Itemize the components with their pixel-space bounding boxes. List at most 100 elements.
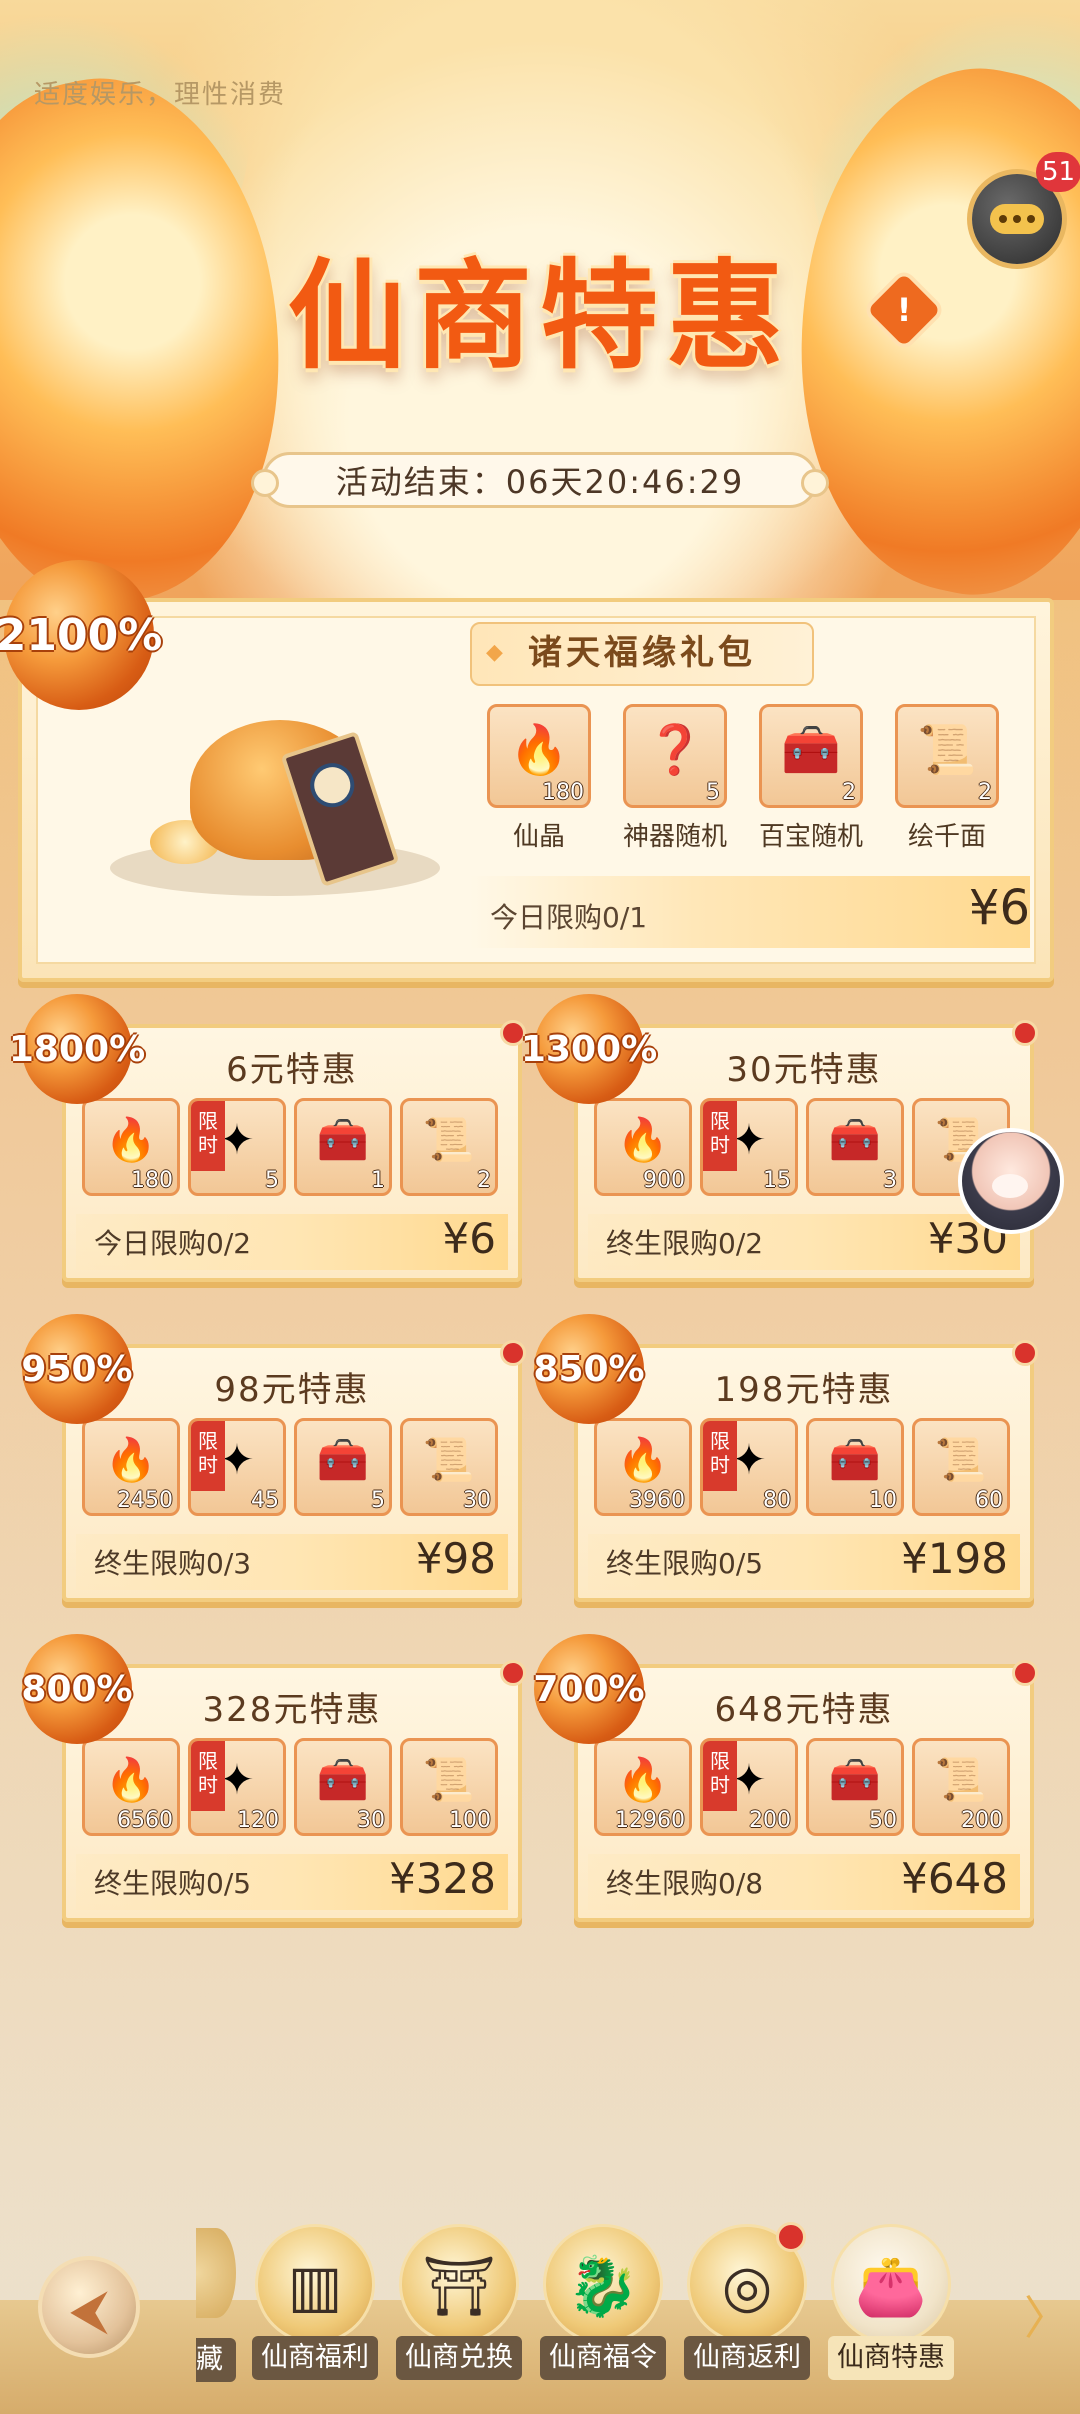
treasure-chest-icon: 🧰 xyxy=(828,1115,882,1164)
reward-item[interactable]: ✦ 限时 200 xyxy=(700,1738,798,1836)
crystal-icon: 🔥 xyxy=(104,1755,158,1804)
mystery-box-icon: ❓ xyxy=(645,722,705,778)
tab-welfare[interactable]: ▥ 仙商福利 xyxy=(252,2224,378,2380)
discount-badge: 950% xyxy=(21,1314,133,1424)
reward-item[interactable]: 🔥 180 xyxy=(82,1098,180,1196)
tab-exchange[interactable]: ⛩ 仙商兑换 xyxy=(396,2224,522,2380)
purchase-limit: 今日限购0/2 xyxy=(94,1227,252,1260)
discount-badge: 2100% xyxy=(0,560,162,710)
scroll-icon: 📜 xyxy=(422,1115,476,1164)
notification-dot xyxy=(776,2222,806,2252)
crystal-icon: 🔥 xyxy=(616,1435,670,1484)
reward-item[interactable]: ✦ 限时 5 xyxy=(188,1098,286,1196)
reward-item[interactable]: 🧰 50 xyxy=(806,1738,904,1836)
tab-partial-icon[interactable] xyxy=(196,2228,236,2318)
purchase-limit: 终生限购0/2 xyxy=(606,1227,764,1260)
back-button[interactable]: ⮜ xyxy=(38,2256,140,2358)
reward-item[interactable]: 🧰 30 xyxy=(294,1738,392,1836)
reward-item[interactable]: 🧰 3 xyxy=(806,1098,904,1196)
reward-item[interactable]: 🔥 6560 xyxy=(82,1738,180,1836)
reward-item[interactable]: ✦ 限时 80 xyxy=(700,1418,798,1516)
buy-button[interactable]: ¥98 xyxy=(416,1534,496,1583)
tab-partial-label: 藏 xyxy=(196,2338,236,2382)
buy-button[interactable]: ¥198 xyxy=(901,1534,1008,1583)
reward-item[interactable]: 🧰 10 xyxy=(806,1418,904,1516)
reward-item[interactable]: 📜 30 xyxy=(400,1418,498,1516)
purchase-limit: 终生限购0/5 xyxy=(94,1867,252,1900)
offer-title: 328元特惠 xyxy=(202,1690,382,1730)
reward-item[interactable]: ✦ 限时 45 xyxy=(188,1418,286,1516)
reward-item[interactable]: ✦ 限时 15 xyxy=(700,1098,798,1196)
reward-item[interactable]: 🔥 2450 xyxy=(82,1418,180,1516)
scroll-icon: 📜 xyxy=(934,1755,988,1804)
crystal-icon: 🔥 xyxy=(616,1755,670,1804)
limited-time-tag: 限时 xyxy=(703,1421,737,1491)
reward-item[interactable]: 🧰 1 xyxy=(294,1098,392,1196)
reward-item[interactable]: 📜 2 绘千面 xyxy=(892,704,1002,853)
reward-item[interactable]: 🧰 5 xyxy=(294,1418,392,1516)
assistant-avatar[interactable] xyxy=(958,1128,1064,1234)
buy-button[interactable]: ¥6 xyxy=(969,880,1030,936)
limited-time-tag: 限时 xyxy=(703,1741,737,1811)
bamboo-scroll-icon: ▥ xyxy=(255,2224,375,2344)
featured-pack-items: 🔥 180 仙晶 ❓ 5 神器随机 🧰 2 百宝随机 📜 2 绘千面 xyxy=(484,704,1024,854)
offer-items: 🔥 3960 ✦ 限时 80 🧰 10 📜 60 xyxy=(594,1418,1024,1524)
offer-items: 🔥 12960 ✦ 限时 200 🧰 50 📜 200 xyxy=(594,1738,1024,1844)
reward-item[interactable]: 🔥 3960 xyxy=(594,1418,692,1516)
limited-time-tag: 限时 xyxy=(703,1101,737,1171)
crystal-icon: 🔥 xyxy=(509,722,569,778)
scroll-icon: 📜 xyxy=(422,1435,476,1484)
info-icon[interactable]: ! xyxy=(867,273,941,347)
limited-time-tag: 限时 xyxy=(191,1741,225,1811)
pavilion-icon: ⛩ xyxy=(399,2224,519,2344)
buy-button[interactable]: ¥6 xyxy=(443,1214,496,1263)
discount-badge: 850% xyxy=(533,1314,645,1424)
scroll-icon: 📜 xyxy=(422,1755,476,1804)
event-countdown: 活动结束：06天20:46:29 xyxy=(251,452,829,508)
reward-item[interactable]: 📜 60 xyxy=(912,1418,1010,1516)
discount-badge: 700% xyxy=(533,1634,645,1744)
dragon-statue-icon: 🐉 xyxy=(543,2224,663,2344)
crystal-icon: 🔥 xyxy=(616,1115,670,1164)
crystal-icon: 🔥 xyxy=(104,1435,158,1484)
purchase-limit: 今日限购0/1 xyxy=(490,901,648,934)
health-notice: 适度娱乐，理性消费 xyxy=(34,80,287,110)
offer-title: 648元特惠 xyxy=(714,1690,894,1730)
reward-item[interactable]: 🔥 900 xyxy=(594,1098,692,1196)
treasure-chest-icon: 🧰 xyxy=(316,1755,370,1804)
reward-item[interactable]: 📜 200 xyxy=(912,1738,1010,1836)
limited-time-tag: 限时 xyxy=(191,1421,225,1491)
reward-item[interactable]: 🔥 180 仙晶 xyxy=(484,704,594,853)
reward-item[interactable]: 🔥 12960 xyxy=(594,1738,692,1836)
buy-button[interactable]: ¥648 xyxy=(901,1854,1008,1903)
discount-badge: 800% xyxy=(21,1634,133,1744)
treasure-chest-icon: 🧰 xyxy=(828,1755,882,1804)
limited-time-tag: 限时 xyxy=(191,1101,225,1171)
reward-item[interactable]: 📜 2 xyxy=(400,1098,498,1196)
tab-token[interactable]: 🐉 仙商福令 xyxy=(540,2224,666,2380)
purchase-limit: 终生限购0/5 xyxy=(606,1547,764,1580)
reward-item[interactable]: 🧰 2 百宝随机 xyxy=(756,704,866,853)
scroll-icon: 📜 xyxy=(917,722,977,778)
offer-items: 🔥 6560 ✦ 限时 120 🧰 30 📜 100 xyxy=(82,1738,512,1844)
purchase-limit: 终生限购0/3 xyxy=(94,1547,252,1580)
tab-special-offer[interactable]: 👛 仙商特惠 xyxy=(828,2224,954,2380)
chevron-right-icon[interactable]: 〉 xyxy=(1024,2282,1070,2348)
treasure-chest-icon: 🧰 xyxy=(781,722,841,778)
treasure-chest-icon: 🧰 xyxy=(828,1435,882,1484)
purchase-limit: 终生限购0/8 xyxy=(606,1867,764,1900)
chat-unread-badge: 51 xyxy=(1036,152,1080,192)
treasure-chest-icon: 🧰 xyxy=(316,1115,370,1164)
discount-badge: 1800% xyxy=(9,994,145,1104)
offer-title: 198元特惠 xyxy=(714,1370,894,1410)
offer-items: 🔥 180 ✦ 限时 5 🧰 1 📜 2 xyxy=(82,1098,512,1204)
reward-item[interactable]: ❓ 5 神器随机 xyxy=(620,704,730,853)
reward-item[interactable]: 📜 100 xyxy=(400,1738,498,1836)
treasure-chest-icon: 🧰 xyxy=(316,1435,370,1484)
offer-title: 98元特惠 xyxy=(214,1370,370,1410)
featured-pack-title: 诸天福缘礼包 xyxy=(470,622,814,686)
buy-button[interactable]: ¥328 xyxy=(389,1854,496,1903)
discount-badge: 1300% xyxy=(521,994,657,1104)
scroll-icon: 📜 xyxy=(934,1435,988,1484)
reward-item[interactable]: ✦ 限时 120 xyxy=(188,1738,286,1836)
